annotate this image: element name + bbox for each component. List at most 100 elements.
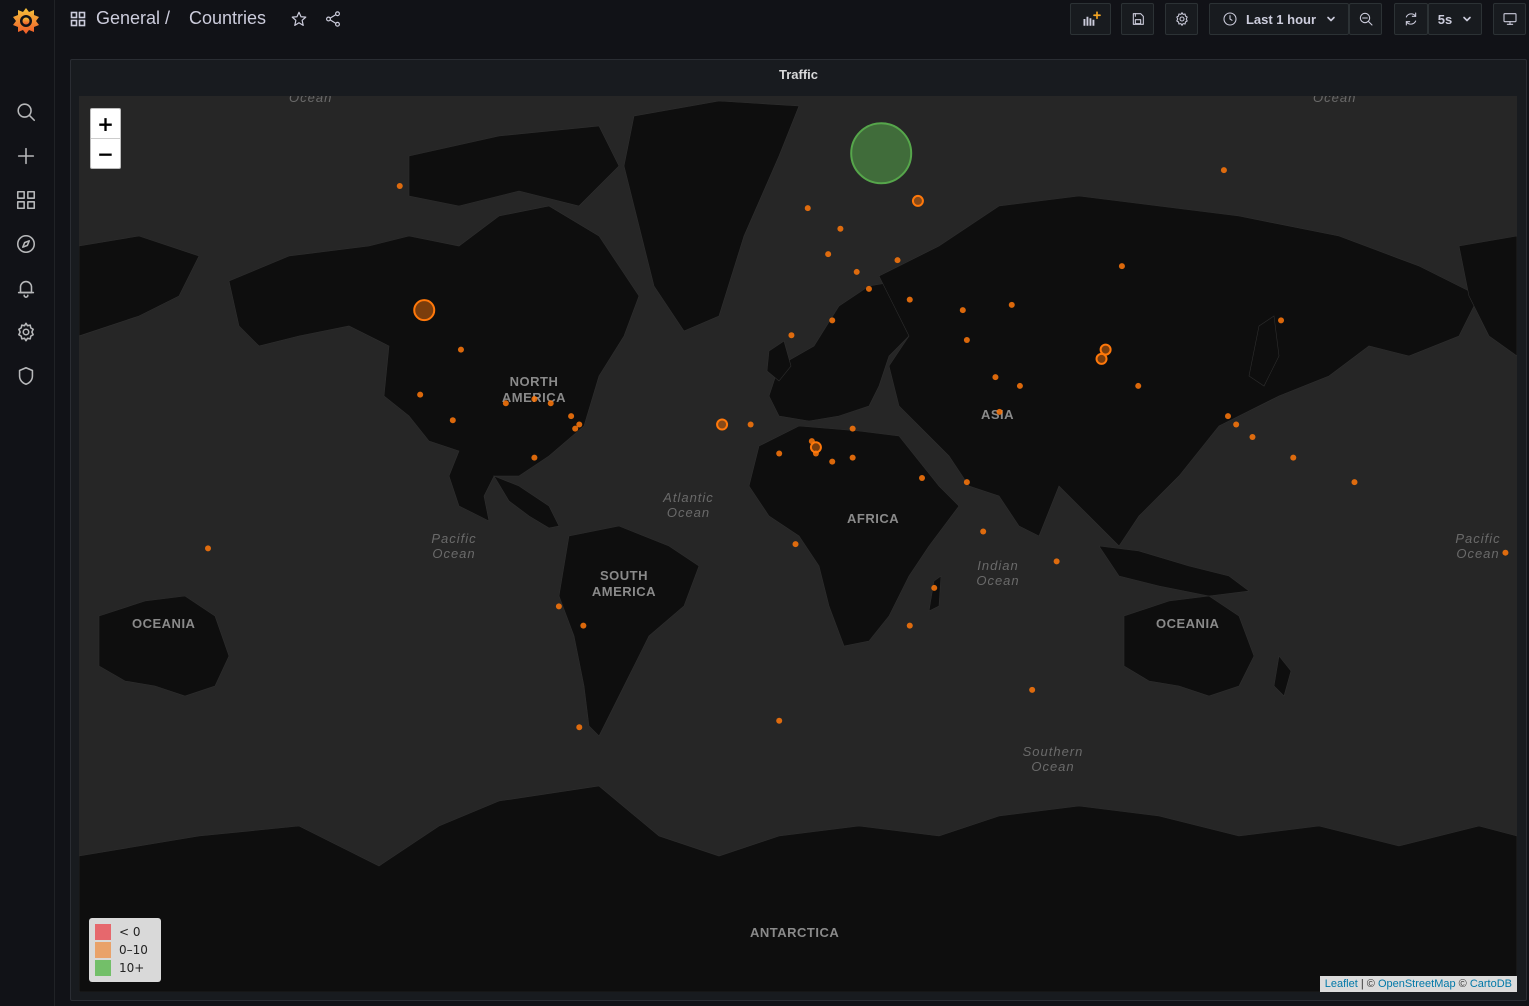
legend-row: 0–10 — [95, 941, 155, 959]
map-marker-small[interactable] — [531, 396, 538, 403]
alerting-icon[interactable] — [13, 275, 39, 301]
map-marker-small[interactable] — [1053, 558, 1060, 565]
shield-icon[interactable] — [13, 363, 39, 389]
share-icon[interactable] — [324, 10, 342, 28]
map-marker-small[interactable] — [1016, 382, 1023, 389]
map-marker-small[interactable] — [205, 545, 211, 552]
legend-label: 10+ — [119, 961, 145, 975]
map-marker-small[interactable] — [829, 458, 836, 465]
leaflet-link[interactable]: Leaflet — [1325, 978, 1358, 990]
dashboard-settings-button[interactable] — [1165, 3, 1198, 35]
map-marker-small[interactable] — [963, 337, 970, 344]
markers-layer — [205, 122, 1509, 731]
refresh-interval-label: 5s — [1437, 11, 1453, 27]
map-marker-small[interactable] — [396, 182, 403, 189]
map-marker-small[interactable] — [457, 346, 464, 353]
time-range-picker[interactable]: Last 1 hour — [1209, 3, 1349, 35]
attribution-separator: © — [1455, 978, 1470, 990]
map-marker-small[interactable] — [837, 225, 844, 232]
top-navbar: General / Countries Last 1 hour 5s — [54, 0, 1529, 40]
map-marker-small[interactable] — [906, 622, 913, 629]
map-marker[interactable] — [716, 418, 729, 431]
map-marker[interactable] — [850, 122, 913, 185]
map-marker-small[interactable] — [747, 421, 754, 428]
map-marker-small[interactable] — [568, 413, 575, 420]
map-marker-small[interactable] — [1029, 686, 1036, 693]
refresh-interval-picker[interactable]: 5s — [1428, 3, 1482, 35]
map-marker-small[interactable] — [1135, 382, 1142, 389]
map-marker-small[interactable] — [1278, 317, 1285, 324]
legend-label: 0–10 — [119, 943, 148, 957]
map-marker-small[interactable] — [853, 268, 860, 275]
map-marker-small[interactable] — [502, 400, 509, 407]
map-marker-small[interactable] — [572, 425, 579, 432]
legend-swatch — [95, 960, 111, 976]
attribution-separator: | © — [1357, 978, 1378, 990]
map-marker-small[interactable] — [792, 541, 799, 548]
map-marker-small[interactable] — [776, 717, 783, 724]
breadcrumb-folder[interactable]: General — [96, 8, 160, 29]
tv-mode-button[interactable] — [1493, 3, 1526, 35]
map-marker-small[interactable] — [959, 307, 966, 314]
zoom-in-button[interactable]: + — [91, 109, 120, 139]
monitor-icon — [1502, 13, 1517, 25]
refresh-button[interactable] — [1394, 3, 1428, 35]
map-marker-small[interactable] — [1233, 421, 1240, 428]
legend-row: < 0 — [95, 923, 155, 941]
map-marker-small[interactable] — [1502, 549, 1509, 556]
map-marker-small[interactable] — [576, 724, 583, 731]
plus-icon[interactable] — [13, 143, 39, 169]
dashboards-icon[interactable] — [13, 187, 39, 213]
map-marker-small[interactable] — [1008, 301, 1015, 308]
settings-icon[interactable] — [13, 319, 39, 345]
map-marker-small[interactable] — [1225, 413, 1231, 420]
grafana-logo[interactable] — [11, 6, 41, 36]
map-marker-small[interactable] — [547, 400, 554, 407]
zoom-out-time-button[interactable] — [1349, 3, 1382, 35]
map-marker-small[interactable] — [963, 479, 970, 486]
map-marker-small[interactable] — [931, 584, 938, 591]
map-marker-small[interactable] — [919, 475, 925, 481]
map-marker-small[interactable] — [996, 408, 1003, 415]
search-icon[interactable] — [13, 99, 39, 125]
map-marker-small[interactable] — [776, 450, 783, 457]
map-marker[interactable] — [413, 299, 436, 322]
worldmap[interactable]: Ocean Ocean NORTHAMERICA SOUTHAMERICA AF… — [79, 96, 1517, 992]
cartodb-link[interactable]: CartoDB — [1470, 978, 1512, 990]
refresh-icon — [1405, 12, 1417, 26]
map-marker-small[interactable] — [555, 603, 562, 610]
add-panel-button[interactable] — [1070, 3, 1111, 35]
map-marker-small[interactable] — [1118, 263, 1125, 270]
map-marker-small[interactable] — [804, 205, 811, 212]
star-icon[interactable] — [290, 10, 308, 28]
map-marker-small[interactable] — [1249, 433, 1256, 440]
map-marker-small[interactable] — [808, 438, 815, 445]
panel-title[interactable]: Traffic — [71, 67, 1526, 82]
save-dashboard-button[interactable] — [1121, 3, 1154, 35]
map-marker-small[interactable] — [865, 285, 872, 292]
map-marker-small[interactable] — [788, 332, 795, 339]
map-marker-small[interactable] — [1290, 454, 1297, 461]
dashboard-title[interactable]: Countries — [189, 8, 266, 29]
map-marker-small[interactable] — [906, 296, 913, 303]
osm-link[interactable]: OpenStreetMap — [1378, 978, 1456, 990]
explore-icon[interactable] — [13, 231, 39, 257]
map-marker-small[interactable] — [849, 425, 856, 432]
map-marker-small[interactable] — [992, 374, 999, 381]
map-marker-small[interactable] — [829, 317, 836, 324]
map-marker-small[interactable] — [580, 622, 587, 629]
map-marker-small[interactable] — [1220, 167, 1227, 174]
map-marker[interactable] — [1095, 352, 1108, 365]
map-marker[interactable] — [911, 194, 924, 207]
map-marker-small[interactable] — [449, 417, 456, 424]
zoom-out-button[interactable]: − — [91, 139, 120, 168]
map-marker-small[interactable] — [825, 251, 832, 258]
map-marker-small[interactable] — [849, 454, 856, 461]
map-marker-small[interactable] — [531, 454, 538, 461]
map-marker-small[interactable] — [1351, 479, 1358, 486]
map-marker-small[interactable] — [812, 450, 819, 457]
map-marker-small[interactable] — [894, 257, 901, 264]
map-marker-small[interactable] — [417, 391, 424, 398]
map-marker-small[interactable] — [980, 528, 987, 535]
chevron-down-icon — [1463, 16, 1472, 22]
